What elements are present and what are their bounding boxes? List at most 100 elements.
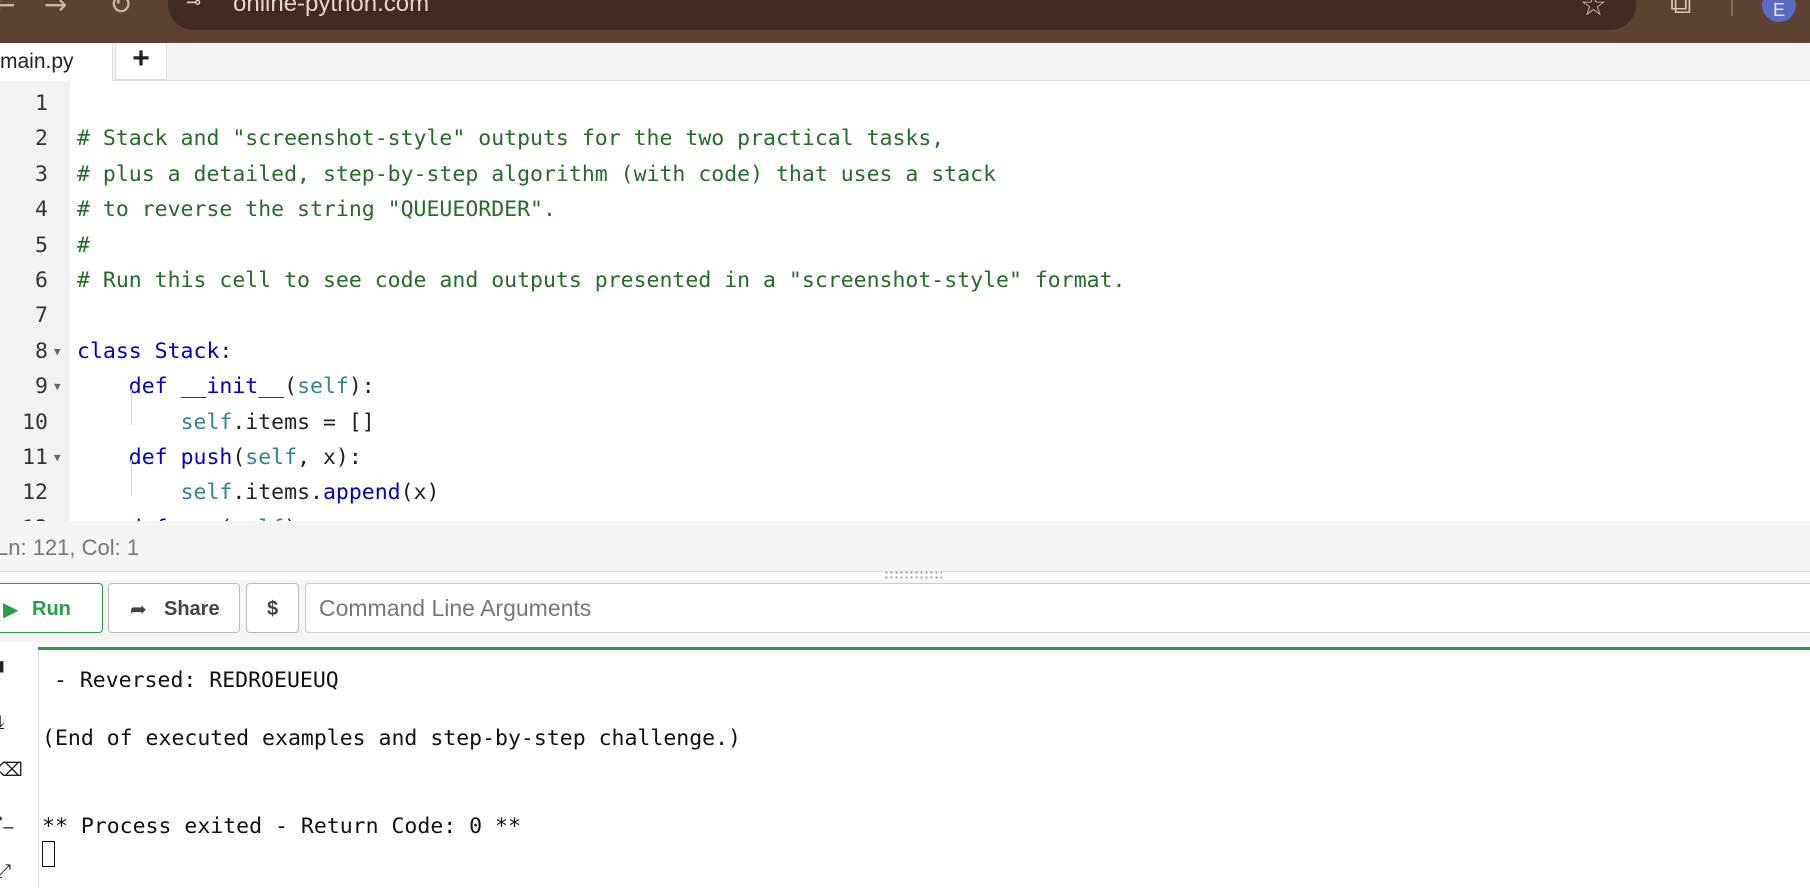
code-line[interactable]: 13 ▼ def pop(self): xyxy=(0,511,1810,521)
code-line[interactable]: 9 ▼ def __init__(self): xyxy=(0,369,1810,404)
file-tab-bar: main.py + xyxy=(0,43,1810,81)
eraser-icon[interactable]: ⌫ xyxy=(0,759,23,781)
code-line[interactable]: 7 xyxy=(0,298,1810,333)
output-line: (End of executed examples and step-by-st… xyxy=(42,726,741,751)
code-text: def push(self, x): xyxy=(77,440,362,475)
code-token: self xyxy=(180,480,233,506)
code-text: def __init__(self): xyxy=(77,369,375,404)
code-token: ( xyxy=(284,374,298,400)
line-number: 5 xyxy=(35,232,48,258)
reload-icon[interactable]: ↻ xyxy=(109,0,132,21)
run-toolbar: ▶ Run ➦ Share $ xyxy=(0,580,1810,642)
avatar[interactable]: E xyxy=(1762,0,1796,22)
add-file-button[interactable]: + xyxy=(115,43,167,80)
line-number: 11 xyxy=(22,445,48,470)
code-token: Stack xyxy=(154,338,220,364)
site-info-icon[interactable]: ⊸ xyxy=(186,0,208,14)
code-line[interactable]: 5 # xyxy=(0,228,1810,263)
tab-label: main.py xyxy=(0,50,74,73)
output-line: ** Process exited - Return Code: 0 ** xyxy=(42,814,521,839)
code-token: (x) xyxy=(400,480,440,506)
code-text: class Stack: xyxy=(77,334,232,369)
code-token: def xyxy=(77,445,181,470)
code-line[interactable]: 6 # Run this cell to see code and outputs… xyxy=(0,263,1810,298)
line-number: 13 xyxy=(0,511,48,521)
cursor-position: Ln: 121, Col: 1 xyxy=(0,535,140,560)
editor-status-bar: Ln: 121, Col: 1 xyxy=(0,521,1810,572)
share-button[interactable]: ➦ Share xyxy=(108,583,240,633)
code-line[interactable]: 10 self.items = [] xyxy=(0,405,1810,440)
share-label: Share xyxy=(164,598,220,620)
code-token: .items = [] xyxy=(232,409,375,435)
code-token: __init__ xyxy=(180,374,285,400)
line-number: 3 xyxy=(35,161,48,187)
fold-toggle-icon[interactable]: ▼ xyxy=(54,440,61,475)
code-token: ( xyxy=(232,445,246,470)
copy-icon[interactable]: ▘ xyxy=(0,662,18,684)
share-arrow-icon: ➦ xyxy=(130,597,147,621)
output-side-toolbar: ▘ ⤓ ⌫ ›_ ⤢ xyxy=(0,650,39,888)
code-line[interactable]: 11 ▼ def push(self, x): xyxy=(0,440,1810,475)
line-number: 12 xyxy=(22,480,48,506)
browser-toolbar: ← → ↻ ⊸ online-python.com ☆ ⧉ E xyxy=(0,0,1810,43)
code-token: # to reverse the string "QUEUEORDER". xyxy=(77,197,556,223)
back-arrow-icon[interactable]: ← xyxy=(0,0,15,21)
command-line-arguments-input[interactable] xyxy=(305,583,1810,633)
output-line: - Reversed: REDROEUEUQ xyxy=(41,668,339,693)
code-token: append xyxy=(322,480,401,506)
code-line[interactable]: 12 self.items.append(x) xyxy=(0,475,1810,510)
terminal-cursor xyxy=(42,841,55,867)
code-token: push xyxy=(180,445,233,470)
code-text: # Run this cell to see code and outputs … xyxy=(77,263,1125,298)
toolbar-divider xyxy=(1731,0,1733,16)
code-text: self.items = [] xyxy=(77,405,375,440)
code-line[interactable]: 1 xyxy=(0,86,1810,121)
dollar-button[interactable]: $ xyxy=(246,583,299,633)
code-token: # xyxy=(77,232,90,258)
code-text: # xyxy=(77,228,90,263)
code-token: : xyxy=(219,338,233,364)
bookmark-star-icon[interactable]: ☆ xyxy=(1580,0,1607,23)
line-number: 1 xyxy=(35,91,48,116)
extensions-icon[interactable]: ⧉ xyxy=(1670,0,1691,21)
run-label: Run xyxy=(32,598,71,620)
code-token: self xyxy=(180,409,233,435)
url-text[interactable]: online-python.com xyxy=(233,0,429,18)
fold-toggle-icon[interactable]: ▼ xyxy=(54,511,61,521)
code-text: def pop(self): xyxy=(77,511,310,521)
forward-arrow-icon[interactable]: → xyxy=(44,0,67,21)
line-number: 8 xyxy=(35,338,48,364)
output-console[interactable]: - Reversed: REDROEUEUQ (End of executed … xyxy=(40,650,1810,888)
code-token: # Stack and "screenshot-style" outputs f… xyxy=(77,126,945,152)
line-number: 2 xyxy=(35,126,48,152)
line-number: 10 xyxy=(22,409,48,435)
expand-icon[interactable]: ⤢ xyxy=(0,860,18,882)
code-token: def xyxy=(77,374,181,400)
code-token: self xyxy=(245,445,298,470)
code-line[interactable]: 3 # plus a detailed, step-by-step algorit… xyxy=(0,157,1810,192)
run-button[interactable]: ▶ Run xyxy=(0,583,103,633)
panel-resize-handle[interactable] xyxy=(884,570,942,580)
code-token: self xyxy=(297,374,349,400)
indent-guide xyxy=(131,389,132,425)
code-line[interactable]: 8 ▼ class Stack: xyxy=(0,334,1810,369)
fold-toggle-icon[interactable]: ▼ xyxy=(54,369,61,404)
code-editor[interactable]: 1 2 # Stack and "screenshot-style" outputs… xyxy=(0,81,1810,521)
code-text: # Stack and "screenshot-style" outputs f… xyxy=(77,121,944,156)
line-number: 6 xyxy=(35,268,48,293)
tab-main-py[interactable]: main.py xyxy=(0,43,113,81)
code-line[interactable]: 4 # to reverse the string "QUEUEORDER". xyxy=(0,192,1810,227)
terminal-icon[interactable]: ›_ xyxy=(0,807,18,829)
code-text: # plus a detailed, step-by-step algorith… xyxy=(77,157,996,192)
code-token: ): xyxy=(348,374,375,400)
code-line[interactable]: 2 # Stack and "screenshot-style" outputs … xyxy=(0,121,1810,156)
download-icon[interactable]: ⤓ xyxy=(0,711,18,733)
play-icon: ▶ xyxy=(3,597,19,621)
indent-guide xyxy=(131,460,132,496)
line-number: 9 xyxy=(35,374,48,400)
line-number: 4 xyxy=(35,197,48,223)
fold-toggle-icon[interactable]: ▼ xyxy=(54,334,61,369)
code-text: # to reverse the string "QUEUEORDER". xyxy=(77,192,556,227)
